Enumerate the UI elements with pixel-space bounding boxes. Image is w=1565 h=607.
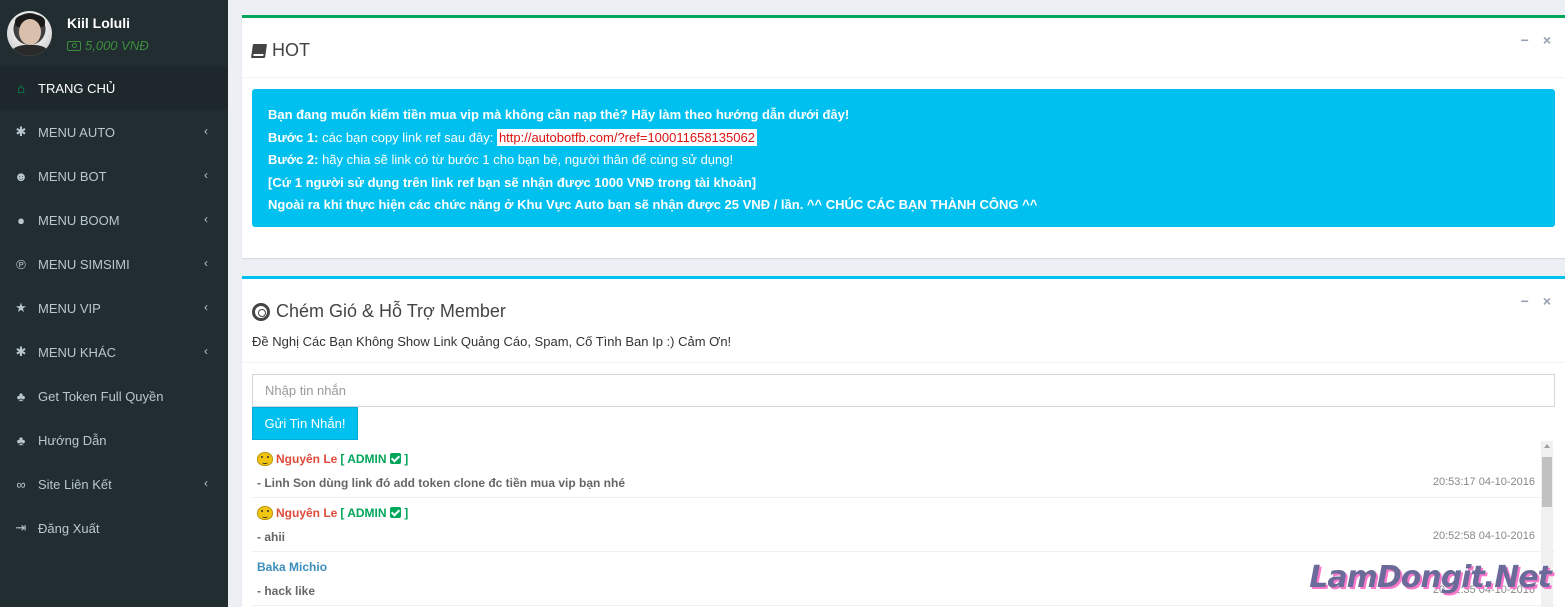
chat-message: Nguyên Le[ ADMIN ] - ahii 20:52:58 04-10-2… [252,498,1555,552]
sidebar-item-menu-auto[interactable]: ✱ MENU AUTO ‹ [0,110,228,154]
admin-badge: [ ADMIN ] [340,452,409,466]
user-name: Kiil Loluli [67,15,130,31]
chat-box: Chém Gió & Hỗ Trợ Member − × Đề Nghị Các… [242,276,1565,607]
sidebar-item-menu-khác[interactable]: ✱ MENU KHÁC ‹ [0,330,228,374]
sidebar-item-label: MENU KHÁC [38,344,117,360]
sidebar-item-menu-simsimi[interactable]: ℗ MENU SIMSIMI ‹ [0,242,228,286]
watermark-logo: LamDongit.Net [1309,560,1552,595]
sidebar-item-label: Site Liên Kết [38,476,112,492]
sidebar-item-menu-vip[interactable]: ★ MENU VIP ‹ [0,286,228,330]
sidebar-item-get-token-full-quyền[interactable]: ♣ Get Token Full Quyền [0,374,228,418]
leaf-icon: ♣ [16,388,26,404]
chevron-left-icon: ‹ [204,344,208,358]
sidebar: Kiil Loluli 5,000 VNĐ ⌂ TRANG CHỦ ✱ MENU AU… [0,0,228,607]
callout-step1: Bước 1: các bạn copy link ref sau đây: h… [268,128,757,146]
message-text: - ahii [257,530,286,544]
sidebar-item-label: Hướng Dẫn [38,432,107,448]
chevron-left-icon: ‹ [204,124,208,138]
message-author[interactable]: Nguyên Le [276,452,337,466]
send-message-button[interactable]: Gửi Tin Nhắn! [252,407,358,440]
sidebar-menu: ⌂ TRANG CHỦ ✱ MENU AUTO ‹ ☻ MENU BOT ‹ ● MENU BOO… [0,66,228,550]
sidebar-item-label: Đăng Xuất [38,520,100,536]
message-author[interactable]: Baka Michio [257,560,327,574]
emoji-icon [257,506,273,520]
sidebar-item-trang-chủ[interactable]: ⌂ TRANG CHỦ [0,66,228,110]
hot-callout: Bạn đang muốn kiếm tiền mua vip mà không… [252,89,1555,227]
user-balance: 5,000 VNĐ [67,38,149,53]
callout-line5: Ngoài ra khi thực hiện các chức năng ở K… [268,197,1038,212]
chat-box-title: Chém Gió & Hỗ Trợ Member [252,301,506,322]
hot-box-header: HOT − × [242,18,1565,78]
sidebar-item-label: MENU BOT [38,168,107,184]
callout-line4: [Cứ 1 người sử dụng trên link ref bạn sẽ… [268,174,757,190]
close-icon[interactable]: × [1543,32,1551,48]
sidebar-item-site-liên-kết[interactable]: ∞ Site Liên Kết ‹ [0,462,228,506]
sign-out-icon: ⇥ [15,520,27,535]
message-header: Nguyên Le[ ADMIN ] [257,452,408,466]
sidebar-item-label: Get Token Full Quyền [38,388,164,404]
ref-link[interactable]: http://autobotfb.com/?ref=10001165813506… [496,128,757,146]
chevron-left-icon: ‹ [204,168,208,182]
message-header: Baka Michio [257,560,327,574]
scroll-up-icon[interactable] [1544,444,1550,448]
chevron-left-icon: ‹ [204,256,208,270]
close-icon[interactable]: × [1543,293,1551,309]
chat-box-tools: − × [1521,293,1551,309]
cogs-icon: ✱ [15,344,27,359]
message-header: Nguyên Le[ ADMIN ] [257,506,408,520]
message-input[interactable] [252,374,1555,407]
sidebar-item-label: MENU BOOM [38,212,120,228]
sidebar-item-hướng-dẫn[interactable]: ♣ Hướng Dẫn [0,418,228,462]
message-time: 20:53:17 04-10-2016 [1432,476,1535,488]
message-text: - hack like [257,584,316,598]
sidebar-item-menu-bot[interactable]: ☻ MENU BOT ‹ [0,154,228,198]
box-tools: − × [1521,32,1551,48]
chevron-left-icon: ‹ [204,476,208,490]
balance-value: 5,000 VNĐ [85,38,149,53]
hot-box-title: HOT [251,40,310,61]
sidebar-item-label: TRANG CHỦ [38,80,116,96]
sidebar-item-label: MENU VIP [38,300,101,316]
reddit-icon: ☻ [14,168,28,184]
hot-box: HOT − × Bạn đang muốn kiếm tiền mua vip … [242,15,1565,258]
message-text: - Linh Son dùng link đó add token clone … [257,476,626,490]
chat-title-text: Chém Gió & Hỗ Trợ Member [276,301,506,321]
sidebar-item-menu-boom[interactable]: ● MENU BOOM ‹ [0,198,228,242]
chevron-left-icon: ‹ [204,300,208,314]
book-icon [251,43,267,58]
collapse-icon[interactable]: − [1521,32,1529,48]
chevron-left-icon: ‹ [204,212,208,226]
leaf-icon: ♣ [16,432,26,448]
message-author[interactable]: Nguyên Le [276,506,337,520]
pinterest-icon: ℗ [16,256,26,272]
life-ring-icon [252,302,270,321]
chat-box-header: Chém Gió & Hỗ Trợ Member − × Đề Nghị Các… [242,279,1565,363]
scroll-thumb[interactable] [1542,457,1552,507]
chat-subtitle: Đề Nghị Các Bạn Không Show Link Quảng Cá… [252,334,732,349]
avatar[interactable] [7,11,52,56]
callout-line1: Bạn đang muốn kiếm tiền mua vip mà không… [268,107,850,122]
star-icon: ★ [15,300,27,315]
admin-badge: [ ADMIN ] [340,506,409,520]
hot-title-text: HOT [272,40,310,60]
emoji-icon [257,452,273,466]
check-icon [389,507,401,518]
check-icon [389,453,401,464]
bomb-icon: ● [17,212,25,228]
user-panel: Kiil Loluli 5,000 VNĐ [0,0,228,66]
cogs-icon: ✱ [15,124,27,139]
chat-message: Nguyên Le[ ADMIN ] - Linh Son dùng link đ… [252,444,1555,498]
sidebar-item-đăng-xuất[interactable]: ⇥ Đăng Xuất [0,506,228,550]
callout-step2: Bước 2: hãy chia sẽ link có từ bước 1 ch… [268,152,734,167]
sidebar-item-label: MENU SIMSIMI [38,256,130,272]
money-icon [67,40,81,51]
sidebar-item-label: MENU AUTO [38,124,116,140]
message-time: 20:52:58 04-10-2016 [1432,530,1535,542]
link-icon: ∞ [16,476,26,492]
collapse-icon[interactable]: − [1521,293,1529,309]
home-icon: ⌂ [17,80,25,96]
